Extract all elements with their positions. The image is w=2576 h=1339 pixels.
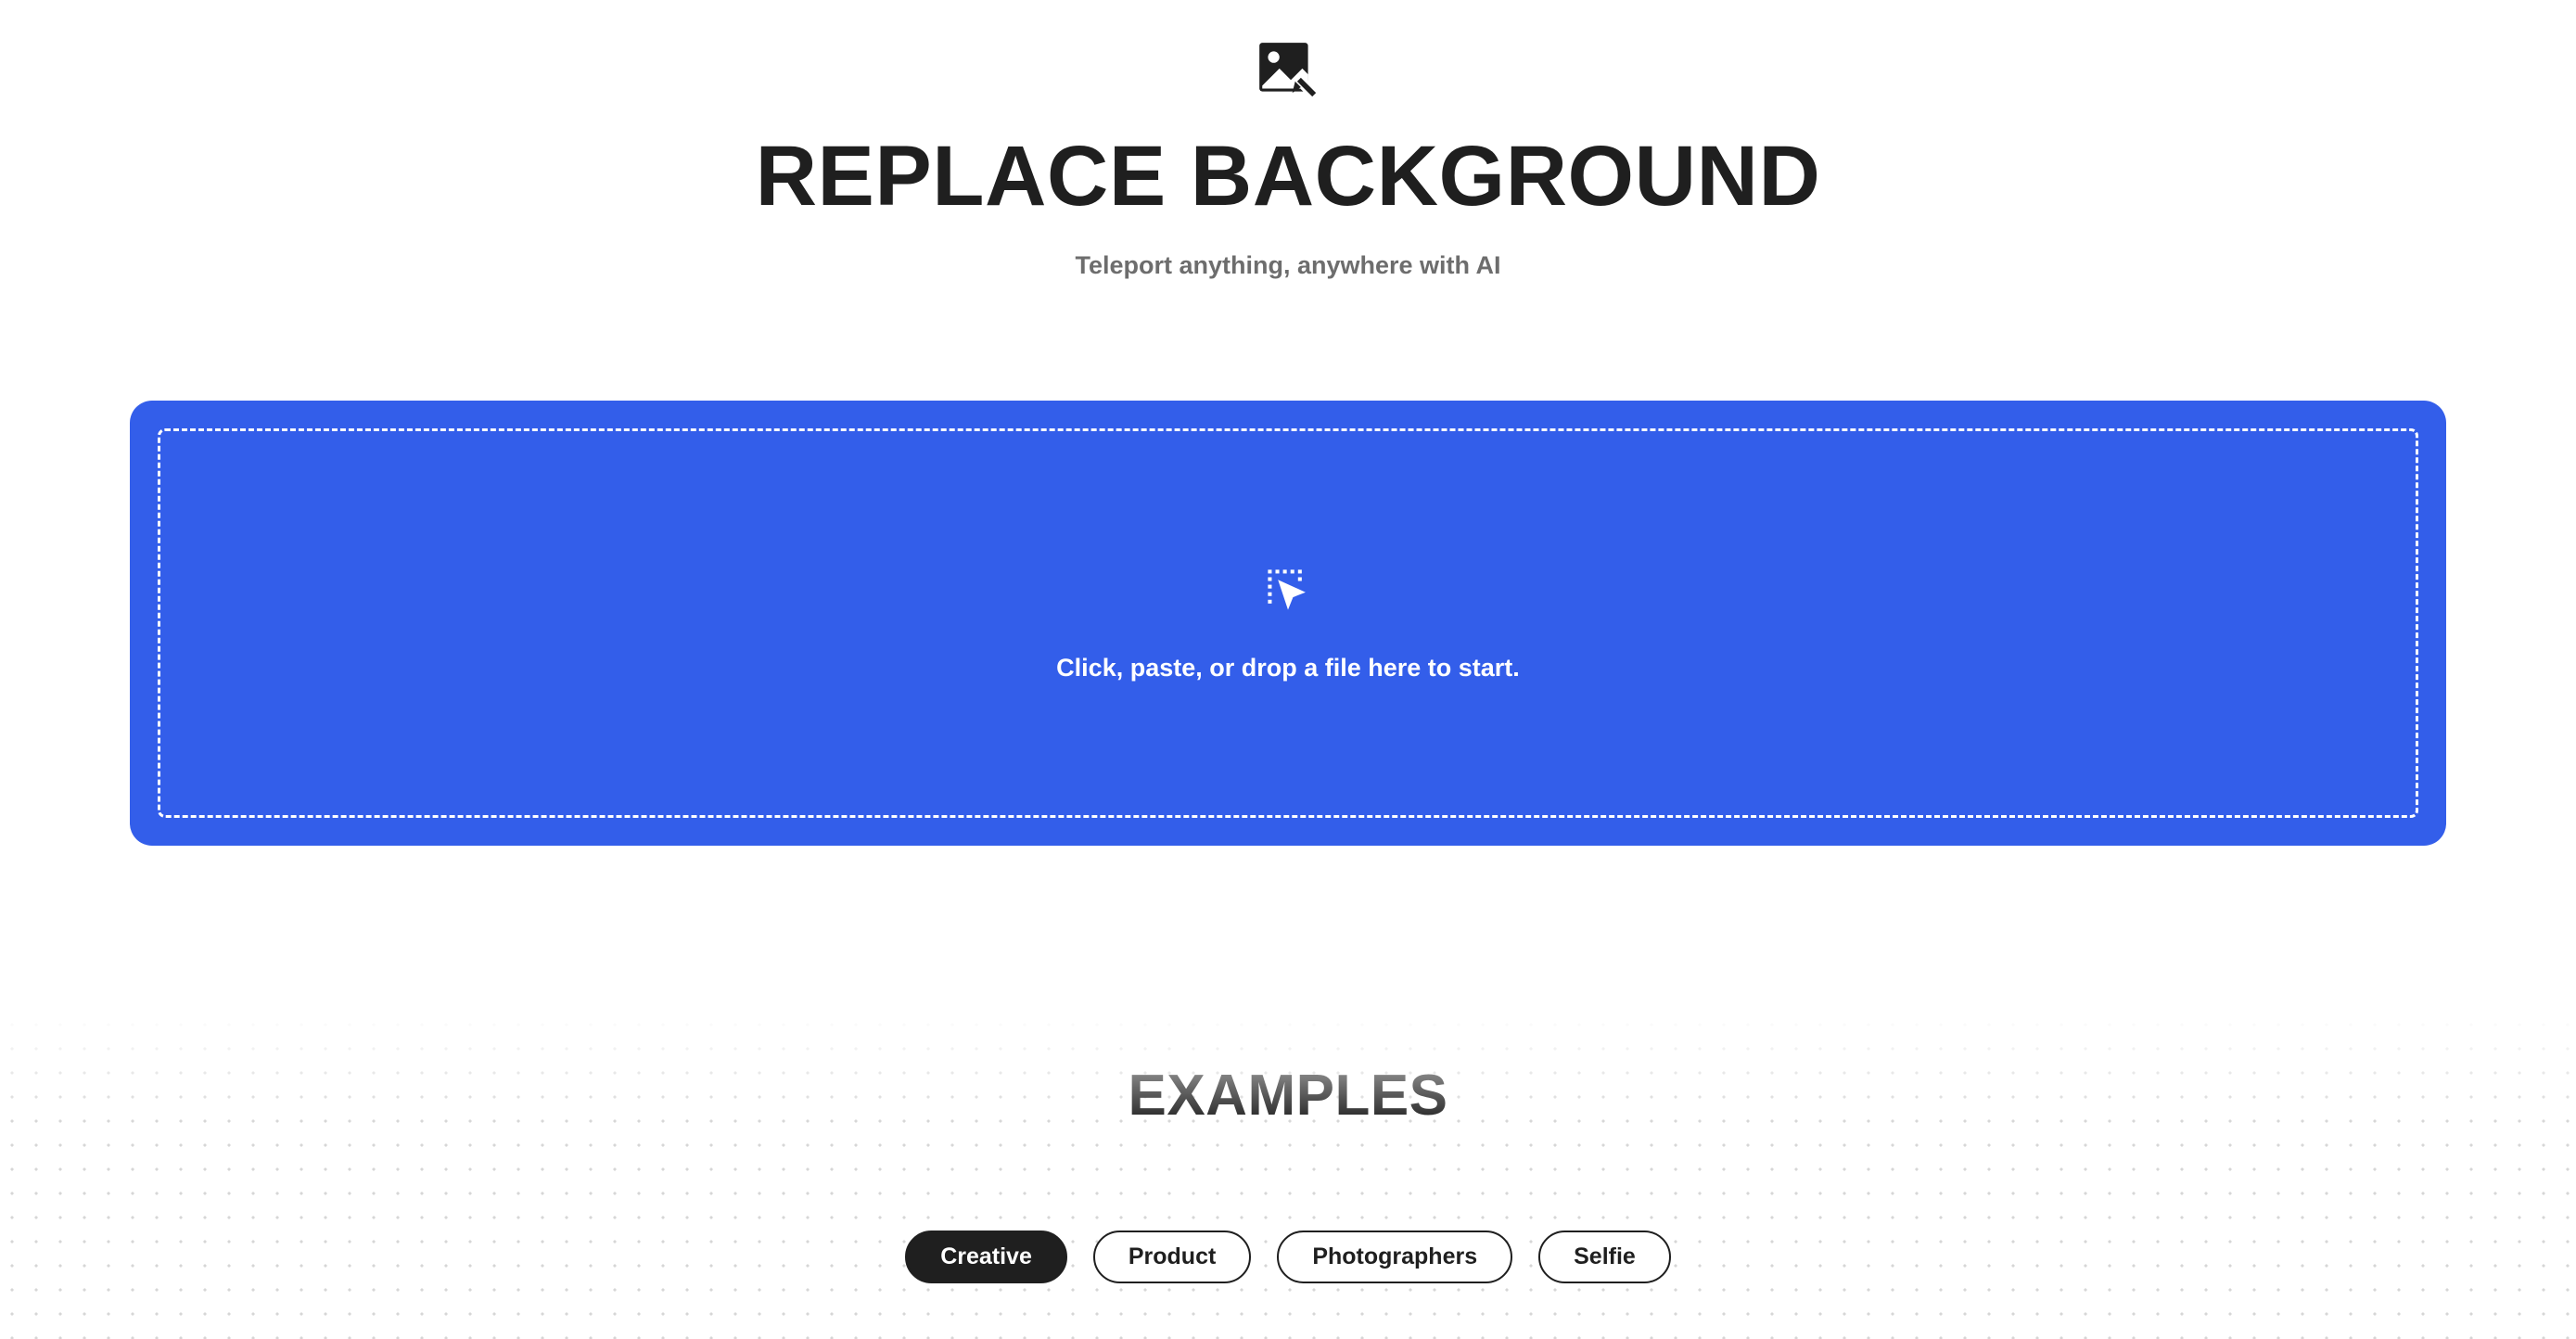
examples-tabs: Creative Product Photographers Selfie: [905, 1231, 1671, 1283]
tab-selfie[interactable]: Selfie: [1538, 1231, 1671, 1283]
page-title: REPLACE BACKGROUND: [756, 128, 1821, 225]
page-subtitle: Teleport anything, anywhere with AI: [1075, 251, 1500, 280]
examples-title: EXAMPLES: [1128, 1063, 1447, 1129]
upload-dropzone-text: Click, paste, or drop a file here to sta…: [1056, 654, 1520, 682]
hero: REPLACE BACKGROUND Teleport anything, an…: [756, 0, 1821, 280]
image-edit-icon: [1254, 37, 1322, 106]
drag-select-icon: [1263, 565, 1313, 615]
examples-section: EXAMPLES Creative Product Photographers …: [0, 1013, 2576, 1339]
page: REPLACE BACKGROUND Teleport anything, an…: [0, 0, 2576, 1339]
upload-dropzone-inner[interactable]: Click, paste, or drop a file here to sta…: [158, 428, 2418, 818]
tab-photographers[interactable]: Photographers: [1277, 1231, 1512, 1283]
tab-creative[interactable]: Creative: [905, 1231, 1067, 1283]
upload-dropzone[interactable]: Click, paste, or drop a file here to sta…: [130, 401, 2446, 846]
tab-product[interactable]: Product: [1093, 1231, 1251, 1283]
